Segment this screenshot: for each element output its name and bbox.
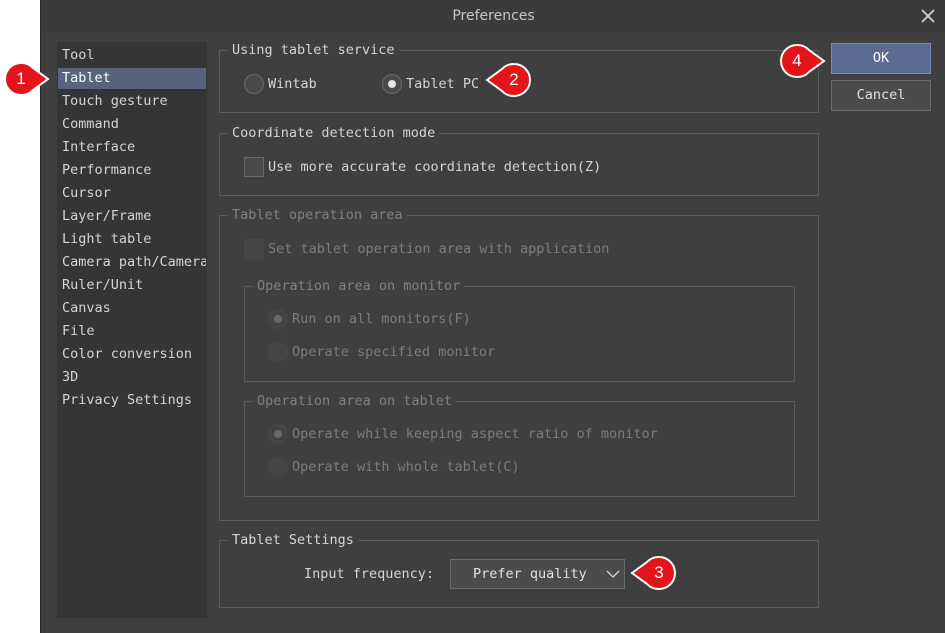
annotation-marker-1: 1 (4, 61, 50, 97)
cancel-button[interactable]: Cancel (831, 80, 931, 111)
input-frequency-dropdown[interactable]: Prefer quality (450, 559, 625, 589)
tablet-pc-label[interactable]: Tablet PC (406, 74, 479, 94)
sidebar-item-color-conversion[interactable]: Color conversion (58, 344, 206, 365)
operation-area-title: Tablet operation area (228, 206, 407, 224)
sidebar-item-interface[interactable]: Interface (58, 137, 206, 158)
sidebar-item-privacy-settings[interactable]: Privacy Settings (58, 390, 206, 411)
coordinate-detection-title: Coordinate detection mode (228, 124, 440, 142)
sidebar-item-light-table[interactable]: Light table (58, 229, 206, 250)
sidebar-item-layer-frame[interactable]: Layer/Frame (58, 206, 206, 227)
sidebar-item-cursor[interactable]: Cursor (58, 183, 206, 204)
set-operation-area-label: Set tablet operation area with applicati… (268, 241, 610, 257)
tablet-area-title: Operation area on tablet (253, 392, 457, 410)
annotation-marker-4: 4 (780, 43, 826, 79)
whole-tablet-radio[interactable] (268, 457, 288, 477)
all-monitors-radio[interactable] (268, 309, 288, 329)
operation-area-group: Tablet operation area Set tablet operati… (219, 206, 819, 521)
accurate-coordinate-checkbox[interactable] (244, 157, 264, 177)
tablet-settings-group: Tablet Settings Input frequency: Prefer … (219, 531, 819, 608)
ok-button[interactable]: OK (831, 43, 931, 74)
sidebar-item-3d[interactable]: 3D (58, 367, 206, 388)
marker-number-2: 2 (509, 70, 519, 89)
annotation-marker-3: 3 (630, 555, 676, 591)
annotation-marker-2: 2 (485, 62, 531, 98)
marker-number-1: 1 (16, 69, 26, 88)
sidebar-item-tool[interactable]: Tool (58, 45, 206, 66)
sidebar-item-ruler-unit[interactable]: Ruler/Unit (58, 275, 206, 296)
monitor-area-group: Operation area on monitor Run on all mon… (244, 277, 795, 382)
marker-number-3: 3 (654, 563, 664, 582)
wintab-label[interactable]: Wintab (268, 74, 317, 94)
sidebar-item-performance[interactable]: Performance (58, 160, 206, 181)
specified-monitor-label: Operate specified monitor (292, 344, 496, 360)
specified-monitor-radio[interactable] (268, 342, 288, 362)
wintab-radio[interactable] (244, 74, 264, 94)
input-frequency-label: Input frequency: (304, 566, 435, 582)
sidebar-item-file[interactable]: File (58, 321, 206, 342)
title-bar: Preferences (41, 0, 945, 33)
sidebar-item-camera-path[interactable]: Camera path/Camera (58, 252, 206, 273)
keep-aspect-radio[interactable] (268, 424, 288, 444)
whole-tablet-label: Operate with whole tablet(C) (292, 459, 520, 475)
all-monitors-label: Run on all monitors(F) (292, 311, 471, 327)
monitor-area-title: Operation area on monitor (253, 277, 465, 295)
preferences-dialog: Preferences Tool Tablet Touch gesture Co… (40, 0, 945, 633)
input-frequency-value: Prefer quality (473, 566, 587, 582)
close-button[interactable] (916, 4, 940, 28)
tablet-area-group: Operation area on tablet Operate while k… (244, 392, 795, 497)
marker-number-4: 4 (792, 51, 802, 70)
category-list[interactable]: Tool Tablet Touch gesture Command Interf… (57, 42, 207, 618)
tablet-settings-title: Tablet Settings (228, 531, 358, 549)
window-title: Preferences (452, 8, 535, 24)
sidebar-item-command[interactable]: Command (58, 114, 206, 135)
sidebar-item-touch-gesture[interactable]: Touch gesture (58, 91, 206, 112)
tablet-service-title: Using tablet service (228, 41, 399, 59)
keep-aspect-label: Operate while keeping aspect ratio of mo… (292, 426, 658, 442)
set-operation-area-checkbox[interactable] (244, 239, 264, 259)
accurate-coordinate-label[interactable]: Use more accurate coordinate detection(Z… (268, 157, 601, 177)
coordinate-detection-group: Coordinate detection mode Use more accur… (219, 124, 819, 196)
chevron-down-icon (606, 570, 620, 578)
tablet-pc-radio[interactable] (382, 74, 402, 94)
sidebar-item-tablet[interactable]: Tablet (58, 68, 206, 89)
close-icon (921, 9, 935, 23)
sidebar-item-canvas[interactable]: Canvas (58, 298, 206, 319)
